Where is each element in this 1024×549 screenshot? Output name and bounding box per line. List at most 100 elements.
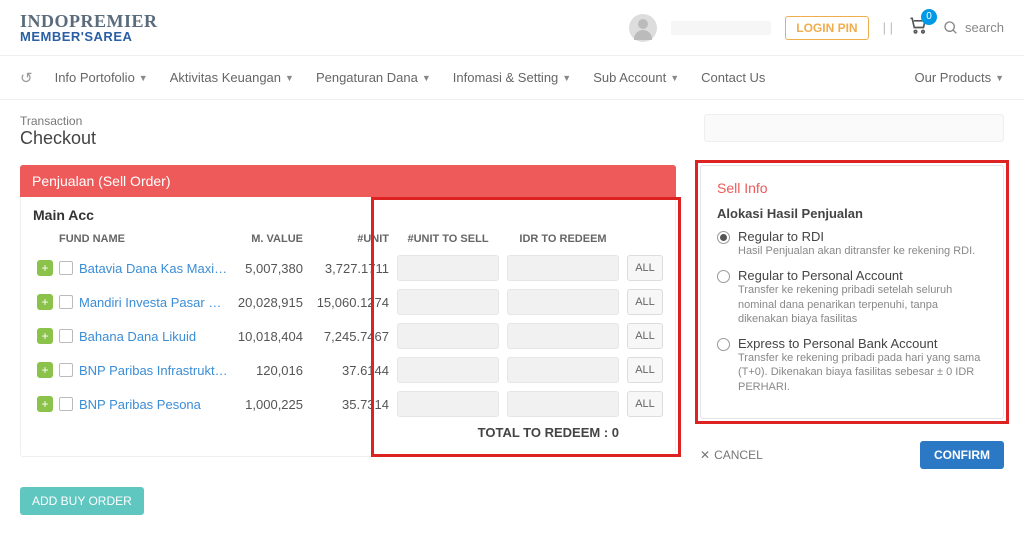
top-search-box[interactable] <box>704 114 1004 142</box>
allocation-label: Express to Personal Bank Account <box>738 336 987 351</box>
idr-to-redeem-input[interactable] <box>507 289 619 315</box>
mvalue-cell: 5,007,380 <box>233 251 307 285</box>
unit-to-sell-input[interactable] <box>397 357 499 383</box>
search-control[interactable]: search <box>943 20 1004 36</box>
fund-link[interactable]: Batavia Dana Kas Maxima <box>79 261 229 276</box>
expand-icon[interactable]: + <box>37 294 53 310</box>
sell-panel-header: Penjualan (Sell Order) <box>20 165 676 197</box>
nav-aktivitas-keuangan[interactable]: Aktivitas Keuangan▼ <box>170 70 294 85</box>
nav-our-products[interactable]: Our Products▼ <box>914 70 1004 85</box>
idr-to-redeem-input[interactable] <box>507 255 619 281</box>
fund-link[interactable]: Mandiri Investa Pasar Ua... <box>79 295 229 310</box>
unit-to-sell-input[interactable] <box>397 289 499 315</box>
allocation-option[interactable]: Regular to Personal AccountTransfer ke r… <box>717 268 987 326</box>
alloc-title: Alokasi Hasil Penjualan <box>717 206 987 221</box>
idr-to-redeem-input[interactable] <box>507 391 619 417</box>
fund-link[interactable]: BNP Paribas Pesona <box>79 397 201 412</box>
breadcrumb: Transaction <box>20 114 684 128</box>
nav-contact-us[interactable]: Contact Us <box>701 70 765 85</box>
table-row: + Bahana Dana Likuid 10,018,4047,245.7467 A… <box>33 319 663 353</box>
row-checkbox[interactable] <box>59 261 73 275</box>
col-unit-sell: #UNIT TO SELL <box>393 227 503 251</box>
close-icon: ✕ <box>700 448 710 462</box>
idr-to-redeem-input[interactable] <box>507 357 619 383</box>
page-top: Transaction Checkout <box>0 100 1024 159</box>
fund-link[interactable]: BNP Paribas Infrastruktu... <box>79 363 229 378</box>
all-button[interactable]: ALL <box>627 357 663 383</box>
logo[interactable]: INDOPREMIER MEMBER'SAREA <box>20 12 158 43</box>
mvalue-cell: 1,000,225 <box>233 387 307 421</box>
nav-pengaturan-dana[interactable]: Pengaturan Dana▼ <box>316 70 431 85</box>
table-row: + BNP Paribas Infrastruktu... 120,01637.61… <box>33 353 663 387</box>
unit-to-sell-input[interactable] <box>397 391 499 417</box>
unit-cell: 15,060.1274 <box>307 285 393 319</box>
all-button[interactable]: ALL <box>627 255 663 281</box>
account-title: Main Acc <box>33 207 663 223</box>
allocation-option[interactable]: Express to Personal Bank AccountTransfer… <box>717 336 987 394</box>
all-button[interactable]: ALL <box>627 289 663 315</box>
divider: | | <box>883 20 893 35</box>
allocation-desc: Hasil Penjualan akan ditransfer ke reken… <box>738 244 975 258</box>
nav-infomasi-setting[interactable]: Infomasi & Setting▼ <box>453 70 571 85</box>
expand-icon[interactable]: + <box>37 328 53 344</box>
confirm-button[interactable]: CONFIRM <box>920 441 1004 469</box>
allocation-label: Regular to RDI <box>738 229 975 244</box>
col-unit: #UNIT <box>307 227 393 251</box>
expand-icon[interactable]: + <box>37 396 53 412</box>
username <box>671 21 771 35</box>
unit-cell: 37.6144 <box>307 353 393 387</box>
page-title: Checkout <box>20 128 684 149</box>
unit-to-sell-input[interactable] <box>397 323 499 349</box>
all-button[interactable]: ALL <box>627 323 663 349</box>
fund-link[interactable]: Bahana Dana Likuid <box>79 329 196 344</box>
table-row: + Batavia Dana Kas Maxima 5,007,3803,727.1… <box>33 251 663 285</box>
nav-sub-account[interactable]: Sub Account▼ <box>593 70 679 85</box>
navbar: ↺ Info Portofolio▼ Aktivitas Keuangan▼ P… <box>0 56 1024 100</box>
row-checkbox[interactable] <box>59 329 73 343</box>
sell-info-title: Sell Info <box>717 180 987 196</box>
row-checkbox[interactable] <box>59 363 73 377</box>
sell-order-panel: Penjualan (Sell Order) Main Acc FUND NAM… <box>20 165 676 515</box>
unit-to-sell-input[interactable] <box>397 255 499 281</box>
unit-cell: 35.7314 <box>307 387 393 421</box>
col-fund: FUND NAME <box>33 227 233 251</box>
col-mvalue: M. VALUE <box>233 227 307 251</box>
logo-top: INDOPREMIER <box>20 12 158 30</box>
search-icon <box>943 20 959 36</box>
radio-icon <box>717 270 730 283</box>
radio-icon <box>717 338 730 351</box>
sell-info-panel: Sell Info Alokasi Hasil Penjualan Regula… <box>700 165 1004 469</box>
mvalue-cell: 120,016 <box>233 353 307 387</box>
mvalue-cell: 20,028,915 <box>233 285 307 319</box>
login-pin-button[interactable]: LOGIN PIN <box>785 16 868 40</box>
row-checkbox[interactable] <box>59 295 73 309</box>
history-icon[interactable]: ↺ <box>20 69 33 87</box>
nav-info-portofolio[interactable]: Info Portofolio▼ <box>55 70 148 85</box>
allocation-label: Regular to Personal Account <box>738 268 987 283</box>
expand-icon[interactable]: + <box>37 362 53 378</box>
idr-to-redeem-input[interactable] <box>507 323 619 349</box>
header: INDOPREMIER MEMBER'SAREA LOGIN PIN | | 0… <box>0 0 1024 56</box>
col-idr-redeem: IDR TO REDEEM <box>503 227 623 251</box>
radio-icon <box>717 231 730 244</box>
mvalue-cell: 10,018,404 <box>233 319 307 353</box>
table-row: + Mandiri Investa Pasar Ua... 20,028,91515… <box>33 285 663 319</box>
row-checkbox[interactable] <box>59 397 73 411</box>
allocation-option[interactable]: Regular to RDIHasil Penjualan akan ditra… <box>717 229 987 258</box>
allocation-desc: Transfer ke rekening pribadi setelah sel… <box>738 283 987 326</box>
table-row: + BNP Paribas Pesona 1,000,22535.7314 ALL <box>33 387 663 421</box>
avatar[interactable] <box>629 14 657 42</box>
total-redeem: TOTAL TO REDEEM : 0 <box>33 421 623 444</box>
search-label: search <box>965 20 1004 35</box>
cancel-button[interactable]: ✕ CANCEL <box>700 448 763 462</box>
logo-bottom: MEMBER'SAREA <box>20 30 158 43</box>
cart-badge: 0 <box>921 9 937 25</box>
cart-icon[interactable]: 0 <box>907 15 929 41</box>
expand-icon[interactable]: + <box>37 260 53 276</box>
allocation-desc: Transfer ke rekening pribadi pada hari y… <box>738 351 987 394</box>
funds-table: FUND NAME M. VALUE #UNIT #UNIT TO SELL I… <box>33 227 663 444</box>
unit-cell: 7,245.7467 <box>307 319 393 353</box>
add-buy-order-button[interactable]: ADD BUY ORDER <box>20 487 144 515</box>
unit-cell: 3,727.1711 <box>307 251 393 285</box>
all-button[interactable]: ALL <box>627 391 663 417</box>
